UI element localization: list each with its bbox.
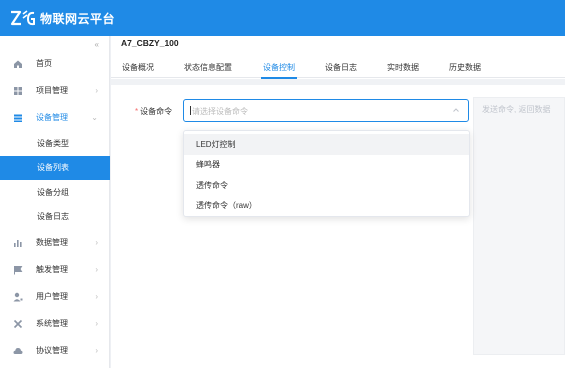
sidebar-item-protocols[interactable]: 协议管理 › [0, 337, 110, 364]
device-title: A7_CBZY_100 [121, 38, 179, 48]
response-textarea[interactable]: 发送命令, 返回数据 [473, 97, 565, 355]
sidebar-item-label: 用户管理 [36, 292, 68, 301]
response-placeholder: 发送命令, 返回数据 [482, 105, 551, 114]
sidebar-item-label: 首页 [36, 59, 52, 68]
chevron-right-icon: › [95, 86, 98, 95]
command-select-placeholder: 请选择设备命令 [192, 107, 248, 116]
home-icon [13, 59, 23, 69]
text-cursor [190, 106, 191, 115]
bar-chart-icon [13, 238, 23, 248]
tab-bar: 设备概况 状态信息配置 设备控制 设备日志 实时数据 历史数据 [111, 56, 565, 79]
required-mark: * [135, 107, 139, 116]
sidebar-subitem-device-groups[interactable]: 设备分组 [0, 180, 110, 205]
chevron-right-icon: › [95, 238, 98, 247]
sidebar-subitem-device-types[interactable]: 设备类型 [0, 131, 110, 156]
sidebar-item-label: 数据管理 [36, 238, 68, 247]
sidebar-item-users[interactable]: 用户管理 › [0, 283, 110, 310]
zlg-logo-icon[interactable] [10, 8, 36, 28]
sidebar-item-devices[interactable]: 设备管理 ⌄ [0, 104, 110, 131]
chevron-down-icon: ⌄ [91, 113, 98, 122]
tab-device-control[interactable]: 设备控制 [263, 62, 295, 73]
tools-icon [13, 319, 23, 329]
grid-icon [13, 86, 23, 96]
tab-status-config[interactable]: 状态信息配置 [184, 62, 232, 73]
device-icon [13, 113, 23, 123]
command-label: * 设备命令 [135, 106, 172, 117]
sidebar-item-label: 协议管理 [36, 346, 68, 355]
cloud-icon [13, 346, 23, 356]
user-icon [13, 292, 23, 302]
sidebar-menu: 首页 项目管理 › 设备管理 ⌄ 设备类型 设备列表 设备分组 设备日志 数据管… [0, 50, 110, 364]
sidebar-subitem-device-logs[interactable]: 设备日志 [0, 205, 110, 230]
sidebar-item-label: 触发管理 [36, 265, 68, 274]
chevron-right-icon: › [95, 265, 98, 274]
dropdown-option-led-control[interactable]: LED灯控制 [184, 134, 469, 155]
sidebar-item-data[interactable]: 数据管理 › [0, 229, 110, 256]
tab-device-log[interactable]: 设备日志 [325, 62, 357, 73]
dropdown-option-buzzer[interactable]: 蜂鸣器 [184, 155, 469, 176]
sidebar-item-system[interactable]: 系统管理 › [0, 310, 110, 337]
flag-icon [13, 265, 23, 275]
divider [111, 79, 565, 85]
tab-history-data[interactable]: 历史数据 [449, 62, 481, 73]
dropdown-option-passthrough-raw[interactable]: 透传命令（raw） [184, 196, 469, 217]
top-bar: 物联网云平台 [0, 0, 565, 36]
chevron-up-icon [452, 106, 460, 114]
dropdown-option-passthrough[interactable]: 透传命令 [184, 175, 469, 196]
collapse-sidebar-icon[interactable]: « [95, 40, 99, 49]
command-label-text: 设备命令 [140, 107, 173, 116]
sidebar-item-label: 系统管理 [36, 319, 68, 328]
chevron-right-icon: › [95, 292, 98, 301]
sidebar-item-triggers[interactable]: 触发管理 › [0, 256, 110, 283]
command-dropdown: LED灯控制 蜂鸣器 透传命令 透传命令（raw） [183, 130, 470, 217]
sidebar-item-label: 设备管理 [36, 113, 68, 122]
sidebar-item-projects[interactable]: 项目管理 › [0, 77, 110, 104]
chevron-right-icon: › [95, 319, 98, 328]
sidebar-subitem-device-list[interactable]: 设备列表 [0, 155, 110, 180]
chevron-right-icon: › [95, 346, 98, 355]
tab-overview[interactable]: 设备概况 [122, 62, 154, 73]
tab-realtime-data[interactable]: 实时数据 [387, 62, 419, 73]
sidebar-item-home[interactable]: 首页 [0, 50, 110, 77]
sidebar-item-label: 项目管理 [36, 86, 68, 95]
brand-title: 物联网云平台 [40, 11, 116, 26]
command-select[interactable]: 请选择设备命令 [183, 99, 469, 122]
sidebar: « 首页 项目管理 › 设备管理 ⌄ 设备类型 设备列表 设备分组 设备日志 数… [0, 36, 110, 368]
